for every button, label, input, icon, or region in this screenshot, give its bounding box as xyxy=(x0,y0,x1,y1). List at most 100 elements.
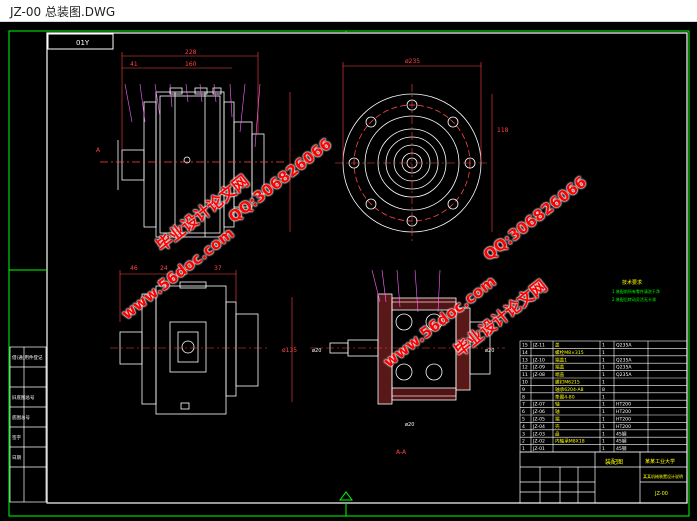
bom-cell-qty: 1 xyxy=(602,357,605,363)
dim-228: 228 xyxy=(185,49,197,56)
leaders-top-left xyxy=(124,83,261,148)
dim-37: 37 xyxy=(214,265,222,272)
dim-235: ø235 xyxy=(405,58,420,65)
tech-title: 技术要求 xyxy=(622,279,642,286)
bom-cell-code: JZ-06 xyxy=(532,409,545,415)
bom-cell-name: 端盖1 xyxy=(555,356,567,363)
bom-cell-name: 垫圈4-80 xyxy=(555,393,575,400)
bom-cell-qty: 1 xyxy=(602,372,605,378)
bom-cell-no: 7 xyxy=(522,402,525,408)
bom-cell-qty: 1 xyxy=(602,365,605,371)
bom-cell-name: 螺钉M6215 xyxy=(555,379,580,386)
bom-cell-no: 11 xyxy=(522,372,528,378)
bom-cell-name: 内轴承M8X18 xyxy=(555,438,585,445)
dim-section-bottom: ø20 xyxy=(405,422,414,428)
bom-cell-qty: 1 xyxy=(602,439,605,445)
bom-cell-name: 端盖 xyxy=(555,364,565,371)
center-arrow-icon xyxy=(339,491,353,501)
dim-46: 46 xyxy=(130,265,138,272)
tech-line-2: 2.装配后转动灵活无卡滞 xyxy=(612,296,656,302)
bom-cell-qty: 1 xyxy=(602,431,605,437)
dim-160: 160 xyxy=(185,61,197,68)
bom-cell-no: 6 xyxy=(522,409,525,415)
bom-cell-qty: 1 xyxy=(602,446,605,452)
bom-cell-qty: 1 xyxy=(602,417,605,423)
bom-cell-code: JZ-01 xyxy=(532,446,545,452)
bom-cell-mat: HT200 xyxy=(616,424,631,430)
bom-cell-name: 盘 xyxy=(555,430,560,437)
bom-cell-code: JZ-10 xyxy=(532,357,545,363)
title-block-code: JZ-00 xyxy=(654,491,668,497)
left-label: 底图总号 xyxy=(12,414,30,421)
cad-drawing[interactable]: 01Y 228 41 160 A ø235 118 46 24 57 37 ø1… xyxy=(0,22,697,521)
bom-cell-code: JZ-05 xyxy=(532,417,545,423)
section-arrow-label: A xyxy=(96,147,101,154)
bom-cell-no: 9 xyxy=(522,387,525,393)
bom-cell-qty: 1 xyxy=(602,394,605,400)
bom-cell-code: JZ-03 xyxy=(532,431,545,437)
bom-cell-qty: 1 xyxy=(602,350,605,356)
dim-118: 118 xyxy=(497,127,509,134)
bom-cell-no: 13 xyxy=(522,357,528,363)
window-titlebar: JZ-00 总装图.DWG xyxy=(0,0,697,22)
bom-cell-name: 轴 xyxy=(555,408,560,415)
dim-section-left: ø20 xyxy=(312,348,321,354)
bom-cell-mat: Q235A xyxy=(616,372,632,378)
bom-cell-name: 轴 xyxy=(555,401,560,408)
bom-cell-name: 轴承6204-A8 xyxy=(555,386,584,393)
dim-135: ø135 xyxy=(282,347,297,354)
dim-41: 41 xyxy=(130,61,138,68)
bom-cell-name: 螺栓M8×315 xyxy=(555,349,584,356)
inner-frame xyxy=(46,32,688,504)
bom-cell-code: JZ-08 xyxy=(532,372,545,378)
dim-section-right: ø20 xyxy=(485,348,494,354)
bom-cell-no: 2 xyxy=(522,439,525,445)
bom-cell-code: JZ-11 xyxy=(532,343,545,349)
title-block-subtitle: 某某机械装置设计说明 xyxy=(643,473,683,479)
bom-cell-no: 15 xyxy=(522,343,528,349)
bom-cell-name: 壳 xyxy=(555,423,560,430)
title-block-school: 某某工业大学 xyxy=(645,458,675,465)
bom-cell-name: 端 xyxy=(555,416,560,423)
dims-top-right xyxy=(342,62,493,232)
bom-cell-mat: 45钢 xyxy=(616,445,627,452)
bom-cell-no: 10 xyxy=(522,380,528,386)
left-label: 日期 xyxy=(12,455,21,461)
bom-cell-qty: 1 xyxy=(602,409,605,415)
bom-cell-no: 12 xyxy=(522,365,528,371)
bom-cell-mat: HT200 xyxy=(616,409,631,415)
bom-cell-no: 14 xyxy=(522,350,528,356)
bom-cell-qty: 1 xyxy=(602,380,605,386)
left-label: 旧底图总号 xyxy=(12,394,35,401)
bom-cell-no: 5 xyxy=(522,417,525,423)
bom-cell-mat: 45钢 xyxy=(616,430,627,437)
left-label: 借(通)用件登记 xyxy=(12,354,43,361)
bom-cell-mat: 45钢 xyxy=(616,438,627,445)
bom-cell-qty: 1 xyxy=(602,424,605,430)
tech-line-1: 1.装配前所有零件清洗干净 xyxy=(612,288,660,294)
bom-cell-qty: 1 xyxy=(602,402,605,408)
window-title: JZ-00 总装图.DWG xyxy=(10,5,116,19)
bom-cell-name: 端盖 xyxy=(555,371,565,378)
bom-cell-no: 8 xyxy=(522,394,525,400)
bom-cell-code: JZ-02 xyxy=(532,439,545,445)
bom-cell-no: 3 xyxy=(522,431,525,437)
bom-cell-mat: Q235A xyxy=(616,343,632,349)
bom-cell-mat: HT200 xyxy=(616,402,631,408)
section-label: A-A xyxy=(396,449,407,456)
bom-cell-mat: HT200 xyxy=(616,417,631,423)
bom-cell-no: 1 xyxy=(522,446,525,452)
bom-cell-name: 盖 xyxy=(555,342,560,349)
bom-cell-code: JZ-07 xyxy=(532,402,545,408)
bom-cell-mat: Q235A xyxy=(616,357,632,363)
title-block-title: 装配图 xyxy=(605,458,623,466)
bom-cell-code: JZ-04 xyxy=(532,424,545,430)
drawing-canvas[interactable]: 01Y 228 41 160 A ø235 118 46 24 57 37 ø1… xyxy=(0,22,697,521)
outer-frame xyxy=(8,30,690,517)
bom-cell-mat: Q235A xyxy=(616,365,632,371)
left-registration-column xyxy=(9,346,47,503)
bom-cell-code: JZ-09 xyxy=(532,365,545,371)
corner-label: 01Y xyxy=(76,39,90,47)
bom-cell-qty: 1 xyxy=(602,343,605,349)
bom-cell-qty: 8 xyxy=(602,387,605,393)
